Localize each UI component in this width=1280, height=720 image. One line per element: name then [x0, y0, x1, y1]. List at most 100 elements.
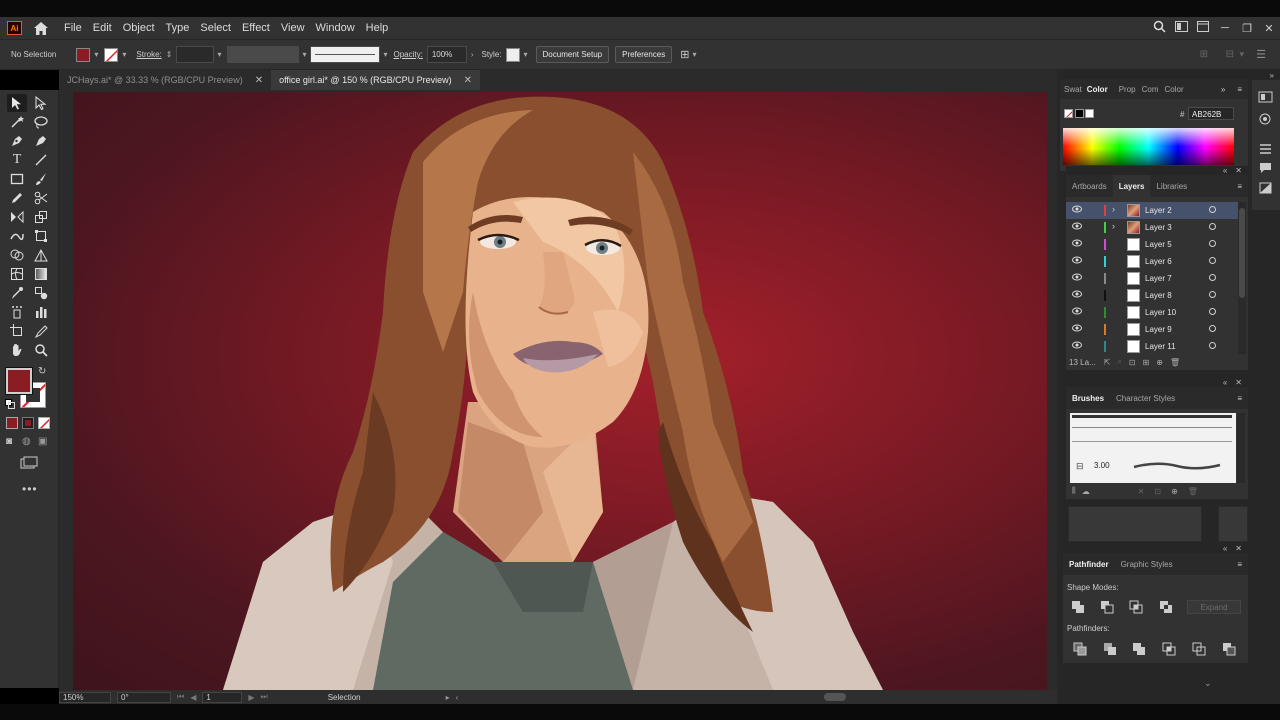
hex-input[interactable]: AB262B — [1188, 107, 1234, 120]
chevron-down-icon[interactable]: ▾ — [94, 50, 98, 59]
collapse-icon[interactable]: « — [1223, 378, 1227, 387]
arrange-documents-icon[interactable] — [1170, 21, 1192, 35]
opacity-label[interactable]: Opacity: — [393, 50, 422, 59]
screen-mode-icon[interactable] — [20, 456, 38, 472]
scissors-icon[interactable] — [31, 189, 51, 207]
expand-arrow-icon[interactable]: › — [1112, 221, 1115, 231]
brush-item[interactable] — [1072, 441, 1232, 442]
last-artboard-icon[interactable]: ⏭ — [261, 692, 268, 702]
swap-colors-icon[interactable]: ↻ — [38, 366, 46, 377]
menu-object[interactable]: Object — [123, 22, 155, 34]
perspective-grid-icon[interactable] — [31, 246, 51, 264]
panel-menu-icon[interactable]: ☰ — [1256, 48, 1266, 61]
layer-row[interactable]: › Layer 3 — [1066, 219, 1238, 236]
options-icon[interactable]: ⊡ — [1154, 487, 1161, 496]
tab-color-guide[interactable]: Color — [1161, 85, 1186, 94]
appearance-icon[interactable] — [1258, 181, 1273, 195]
paintbrush-icon[interactable] — [31, 170, 51, 188]
eye-icon[interactable] — [1072, 273, 1082, 283]
menu-help[interactable]: Help — [366, 22, 389, 34]
expand-icon[interactable]: » — [1215, 85, 1231, 94]
fill-color-swatch[interactable] — [6, 368, 32, 394]
tab-libraries[interactable]: Libraries — [1150, 182, 1193, 191]
remove-stroke-icon[interactable]: ✕ — [1138, 487, 1145, 496]
pencil-icon[interactable] — [7, 189, 27, 207]
transform-icon[interactable]: ⊟ — [1226, 49, 1234, 60]
brushes-scrollbar[interactable] — [1237, 413, 1245, 483]
target-icon[interactable] — [1209, 257, 1216, 264]
tab-graphic-styles[interactable]: Graphic Styles — [1115, 560, 1179, 569]
layer-row[interactable]: Layer 8 — [1066, 287, 1238, 304]
tab-brushes[interactable]: Brushes — [1066, 394, 1110, 403]
new-sublayer-icon[interactable]: ⊞ — [1143, 358, 1150, 367]
trim-icon[interactable] — [1103, 642, 1117, 659]
export-icon[interactable]: ⇱ — [1104, 358, 1111, 367]
collapse-icon[interactable]: « — [1223, 166, 1227, 175]
expand-arrow-icon[interactable]: › — [1112, 204, 1115, 214]
color-spectrum[interactable] — [1063, 128, 1234, 165]
tab-color[interactable]: Color — [1085, 85, 1116, 94]
close-icon[interactable]: ✕ — [464, 75, 472, 86]
tab-layers[interactable]: Layers — [1112, 175, 1151, 197]
default-colors-icon[interactable] — [5, 399, 15, 409]
tab-office-girl[interactable]: office girl.ai* @ 150 % (RGB/CPU Preview… — [271, 70, 480, 90]
selection-tool-icon[interactable] — [7, 94, 27, 112]
grid-icon[interactable]: ⊞ — [1200, 49, 1208, 60]
unite-icon[interactable] — [1071, 600, 1085, 617]
canvas-area[interactable] — [59, 90, 1057, 690]
first-artboard-icon[interactable]: ⏮ — [177, 692, 184, 702]
symbol-sprayer-icon[interactable] — [7, 303, 27, 321]
eyedropper-icon[interactable] — [7, 284, 27, 302]
outline-icon[interactable] — [1192, 642, 1206, 659]
previous-artboard-icon[interactable]: ◀ — [190, 693, 196, 702]
collapse-icon[interactable]: « — [1223, 544, 1227, 553]
expand-button[interactable]: Expand — [1187, 600, 1241, 614]
mesh-tool-icon[interactable] — [7, 265, 27, 283]
next-artboard-icon[interactable]: ▶ — [248, 693, 254, 702]
dock-scroll-down-icon[interactable]: ⌄ — [1204, 678, 1212, 689]
menu-edit[interactable]: Edit — [93, 22, 112, 34]
chevron-right-icon[interactable]: ▸ — [446, 693, 450, 702]
layer-row[interactable]: Layer 6 — [1066, 253, 1238, 270]
scroll-left-icon[interactable]: ‹ — [456, 693, 459, 702]
direct-selection-tool-icon[interactable] — [31, 94, 51, 112]
menu-window[interactable]: Window — [316, 22, 355, 34]
new-layer-icon[interactable]: ⊕ — [1156, 358, 1163, 367]
locate-object-icon[interactable]: ⌕ — [1117, 357, 1121, 367]
draw-behind-icon[interactable]: ◍ — [22, 436, 35, 448]
layer-row[interactable]: Layer 11 — [1066, 338, 1238, 355]
panel-menu-icon[interactable]: ≡ — [1231, 182, 1248, 191]
style-swatch[interactable] — [505, 47, 520, 62]
eye-icon[interactable] — [1072, 290, 1082, 300]
tab-character-styles[interactable]: Character Styles — [1110, 394, 1181, 403]
merge-icon[interactable] — [1132, 642, 1146, 659]
target-icon[interactable] — [1209, 206, 1216, 213]
target-icon[interactable] — [1209, 291, 1216, 298]
layers-scrollbar[interactable] — [1238, 202, 1246, 354]
fill-swatch[interactable] — [76, 47, 91, 62]
zoom-tool-icon[interactable] — [31, 341, 51, 359]
opacity-field[interactable]: 100% — [426, 46, 467, 63]
close-icon[interactable]: ✕ — [1235, 378, 1242, 387]
properties-icon[interactable] — [1258, 90, 1273, 104]
column-graph-icon[interactable] — [31, 303, 51, 321]
more-tools-icon[interactable]: ••• — [22, 482, 38, 496]
eye-icon[interactable] — [1072, 205, 1082, 215]
curvature-tool-icon[interactable] — [31, 132, 51, 150]
chevron-down-icon[interactable]: ▾ — [524, 50, 528, 59]
slice-tool-icon[interactable] — [31, 322, 51, 340]
draw-inside-icon[interactable]: ▣ — [38, 436, 51, 448]
minimize-icon[interactable]: ─ — [1214, 22, 1236, 34]
none-color-icon[interactable] — [1064, 109, 1073, 118]
layer-row[interactable]: Layer 5 — [1066, 236, 1238, 253]
divide-icon[interactable] — [1073, 642, 1087, 659]
eye-icon[interactable] — [1072, 239, 1082, 249]
close-icon[interactable]: ✕ — [1235, 166, 1242, 175]
stroke-weight-field[interactable] — [176, 46, 215, 63]
exclude-icon[interactable] — [1159, 600, 1173, 617]
color-mode-icon[interactable] — [6, 417, 18, 429]
tab-jchays[interactable]: JCHays.ai* @ 33.33 % (RGB/CPU Preview) ✕ — [59, 70, 271, 90]
artboard-tool-icon[interactable] — [7, 322, 27, 340]
eye-icon[interactable] — [1072, 324, 1082, 334]
variable-width-field[interactable] — [227, 46, 300, 63]
